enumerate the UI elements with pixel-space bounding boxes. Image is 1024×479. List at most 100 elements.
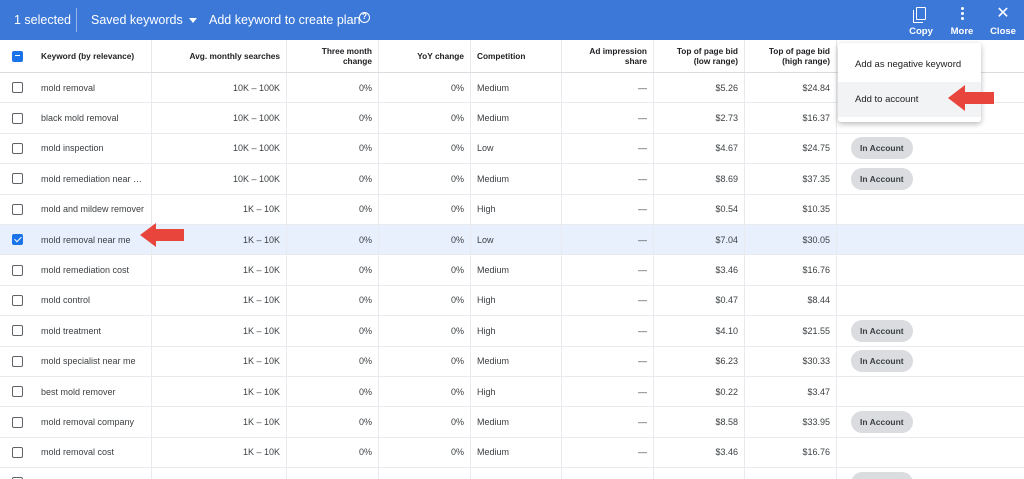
- avg-monthly-searches-cell: 1K – 10K: [152, 255, 287, 285]
- row-checkbox[interactable]: [12, 416, 23, 428]
- caret-down-icon: [188, 18, 197, 24]
- keyword-cell: mold inspection: [35, 133, 152, 164]
- keyword-cell: mold remediation near …: [35, 164, 152, 194]
- table-row[interactable]: mold removal cost 1K – 10K 0% 0% Medium — $3.4…: [0, 437, 1024, 469]
- row-checkbox[interactable]: [12, 203, 23, 215]
- keyword-cell: mold removal: [35, 73, 152, 103]
- table-row[interactable]: mold treatment 1K – 10K 0% 0% High — $4.10 $21.…: [0, 316, 1024, 347]
- ad-impression-share-cell: —: [562, 316, 654, 346]
- header-top-bid-low[interactable]: Top of page bid (low range): [654, 40, 745, 72]
- three-month-change-cell: 0%: [287, 164, 379, 194]
- row-checkbox[interactable]: [12, 142, 23, 154]
- ad-impression-share-cell: —: [562, 377, 654, 407]
- ad-impression-share-cell: —: [562, 285, 654, 316]
- yoy-change-cell: 0%: [379, 103, 471, 133]
- table-row[interactable]: mold removal company 1K – 10K 0% 0% Medium — $…: [0, 407, 1024, 438]
- avg-monthly-searches-cell: 1K – 10K: [152, 468, 287, 479]
- avg-monthly-searches-cell: 1K – 10K: [152, 377, 287, 407]
- row-checkbox[interactable]: [12, 446, 23, 458]
- row-checkbox[interactable]: [12, 386, 23, 398]
- top-bid-low-cell: $4.10: [654, 316, 745, 346]
- yoy-change-cell: 0%: [379, 133, 471, 164]
- competition-cell: High: [471, 316, 562, 346]
- top-bid-high-cell: $30.05: [745, 225, 837, 255]
- row-checkbox-cell: [0, 316, 35, 345]
- table-row[interactable]: mold abatement1K – 10K0%0%Medium—$5.92$2…: [0, 468, 1024, 479]
- ad-impression-share-cell: —: [562, 103, 654, 133]
- yoy-change-cell: 0%: [379, 346, 471, 376]
- row-checkbox[interactable]: [12, 173, 23, 185]
- three-month-change-cell: 0%: [287, 407, 379, 437]
- competition-cell: Low: [471, 133, 562, 164]
- header-three-month-change[interactable]: Three month change: [287, 40, 379, 72]
- keyword-cell: mold removal company: [35, 407, 152, 437]
- ad-impression-share-cell: —: [562, 133, 654, 164]
- saved-keywords-dropdown[interactable]: Saved keywords: [91, 0, 197, 40]
- header-competition[interactable]: Competition: [471, 40, 562, 72]
- menu-item-add-negative-keyword[interactable]: Add as negative keyword: [838, 47, 981, 82]
- copy-icon: [913, 7, 926, 23]
- table-row[interactable]: mold remediation cost 1K – 10K 0% 0% Medium —…: [0, 255, 1024, 286]
- header-yoy-change[interactable]: YoY change: [379, 40, 471, 72]
- table-row[interactable]: mold control 1K – 10K 0% 0% High — $0.47 $8.44: [0, 285, 1024, 317]
- top-bid-low-cell: $0.22: [654, 377, 745, 407]
- table-row[interactable]: mold and mildew remover 1K – 10K 0% 0% High —…: [0, 194, 1024, 225]
- copy-label: Copy: [909, 26, 933, 37]
- row-checkbox[interactable]: [12, 325, 23, 337]
- top-bid-low-cell: $0.54: [654, 194, 745, 224]
- three-month-change-cell: 0%: [287, 255, 379, 285]
- row-checkbox-cell: [0, 225, 35, 254]
- row-checkbox[interactable]: [12, 264, 23, 276]
- table-row[interactable]: mold remediation near … 10K – 100K 0% 0% Med…: [0, 164, 1024, 195]
- select-all-checkbox[interactable]: [12, 50, 23, 62]
- account-status-cell: [837, 438, 1024, 467]
- more-button[interactable]: More: [942, 4, 982, 38]
- row-checkbox[interactable]: [12, 355, 23, 367]
- keyword-cell: mold removal cost: [35, 437, 152, 468]
- close-button[interactable]: ✕ Close: [983, 4, 1023, 38]
- top-bid-high-cell: $16.76: [745, 255, 837, 285]
- competition-cell: Medium: [471, 407, 562, 437]
- row-checkbox[interactable]: [12, 294, 23, 306]
- row-checkbox-cell: [0, 286, 35, 315]
- row-checkbox[interactable]: [12, 112, 23, 124]
- avg-monthly-searches-cell: 10K – 100K: [152, 164, 287, 194]
- top-bid-low-cell: $6.23: [654, 346, 745, 376]
- account-status-cell: In Account: [837, 164, 1024, 193]
- table-row[interactable]: mold specialist near me 1K – 10K 0% 0% Mediu…: [0, 346, 1024, 377]
- row-checkbox[interactable]: [12, 234, 23, 246]
- header-top-bid-high[interactable]: Top of page bid (high range): [745, 40, 837, 72]
- top-bid-low-cell: $0.47: [654, 285, 745, 316]
- avg-monthly-searches-cell: 1K – 10K: [152, 437, 287, 468]
- three-month-change-cell: 0%: [287, 194, 379, 224]
- three-month-change-cell: 0%: [287, 133, 379, 164]
- row-checkbox[interactable]: [12, 82, 23, 94]
- keyword-cell: mold remediation cost: [35, 255, 152, 285]
- add-keyword-to-plan-button[interactable]: Add keyword to create plan: [209, 0, 360, 40]
- top-bid-high-cell: $26.17: [745, 468, 837, 479]
- in-account-badge: In Account: [851, 411, 913, 434]
- avg-monthly-searches-cell: 1K – 10K: [152, 285, 287, 316]
- competition-cell: High: [471, 377, 562, 407]
- yoy-change-cell: 0%: [379, 407, 471, 437]
- avg-monthly-searches-cell: 10K – 100K: [152, 103, 287, 133]
- yoy-change-cell: 0%: [379, 285, 471, 316]
- header-avg-monthly-searches[interactable]: Avg. monthly searches: [152, 40, 287, 72]
- copy-button[interactable]: Copy: [901, 4, 941, 38]
- yoy-change-cell: 0%: [379, 316, 471, 346]
- header-keyword[interactable]: Keyword (by relevance): [35, 40, 152, 72]
- top-bid-high-cell: $24.84: [745, 73, 837, 103]
- competition-cell: Medium: [471, 103, 562, 133]
- header-ad-impression-share[interactable]: Ad impression share: [562, 40, 654, 72]
- yoy-change-cell: 0%: [379, 255, 471, 285]
- yoy-change-cell: 0%: [379, 73, 471, 103]
- help-icon[interactable]: ?: [359, 12, 370, 23]
- table-row[interactable]: best mold remover 1K – 10K 0% 0% High — $0.22 $…: [0, 377, 1024, 408]
- close-label: Close: [990, 26, 1016, 37]
- ad-impression-share-cell: —: [562, 255, 654, 285]
- account-status-cell: In Account: [837, 134, 1024, 163]
- yoy-change-cell: 0%: [379, 468, 471, 479]
- row-checkbox-cell: [0, 164, 35, 193]
- table-row[interactable]: mold inspection 10K – 100K 0% 0% Low — $4.67 $2…: [0, 133, 1024, 165]
- yoy-change-cell: 0%: [379, 164, 471, 194]
